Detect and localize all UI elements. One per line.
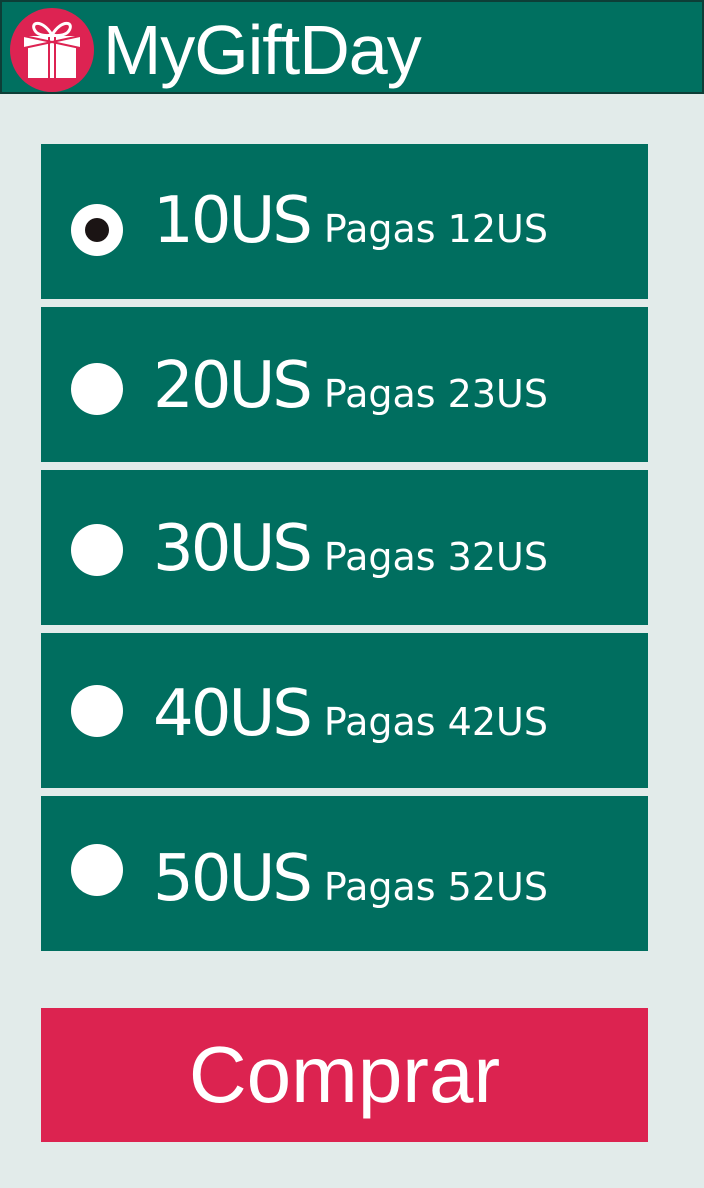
option-amount: 30US [153, 512, 313, 586]
option-price: Pagas 52US [323, 865, 548, 909]
option-40us[interactable]: 40US Pagas 42US [41, 633, 648, 788]
gift-icon [23, 21, 81, 78]
amount-options: 10US Pagas 12US 20US Pagas 23US 30US Pagas … [41, 144, 648, 951]
radio-button[interactable] [71, 844, 123, 896]
option-30us[interactable]: 30US Pagas 32US [41, 470, 648, 625]
radio-selected-dot [85, 218, 109, 242]
option-price: Pagas 12US [323, 207, 548, 251]
option-amount: 40US [153, 677, 313, 751]
option-50us[interactable]: 50US Pagas 52US [41, 796, 648, 951]
radio-button[interactable] [71, 204, 123, 256]
option-text: 10US Pagas 12US [153, 184, 548, 258]
radio-button[interactable] [71, 685, 123, 737]
app-header: MyGiftDay [0, 0, 704, 94]
option-price: Pagas 42US [323, 700, 548, 744]
app-logo [10, 8, 94, 92]
radio-button[interactable] [71, 363, 123, 415]
option-text: 30US Pagas 32US [153, 512, 548, 586]
option-20us[interactable]: 20US Pagas 23US [41, 307, 648, 462]
buy-button[interactable]: Comprar [41, 1008, 648, 1142]
option-text: 50US Pagas 52US [153, 842, 548, 916]
option-text: 20US Pagas 23US [153, 349, 548, 423]
radio-button[interactable] [71, 524, 123, 576]
option-price: Pagas 32US [323, 535, 548, 579]
option-text: 40US Pagas 42US [153, 677, 548, 751]
option-price: Pagas 23US [323, 372, 548, 416]
app-title: MyGiftDay [103, 11, 422, 89]
option-amount: 50US [153, 842, 313, 916]
option-amount: 10US [153, 184, 313, 258]
app-root: MyGiftDay 10US Pagas 12US 20US Pagas 23US … [0, 0, 704, 1188]
option-10us[interactable]: 10US Pagas 12US [41, 144, 648, 299]
option-amount: 20US [153, 349, 313, 423]
